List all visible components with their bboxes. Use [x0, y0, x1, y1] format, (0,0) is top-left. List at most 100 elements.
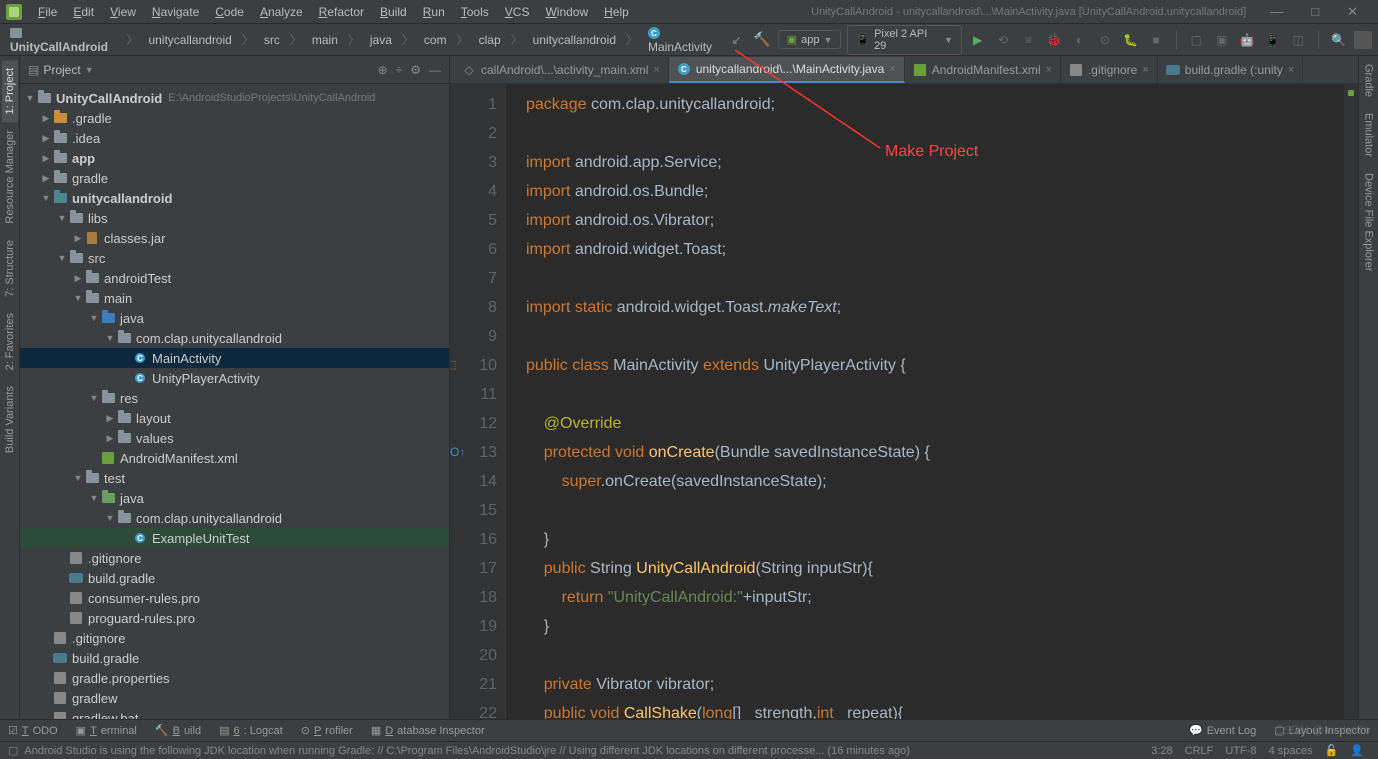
editor-tab[interactable]: .gitignore×	[1061, 57, 1158, 83]
bottom-tab[interactable]: ▣Terminal	[76, 724, 137, 737]
resource-manager-icon[interactable]: ◫	[1288, 30, 1307, 50]
coverage-icon[interactable]: ◐	[1070, 30, 1089, 50]
tree-node[interactable]: ▼unitycallandroid	[20, 188, 449, 208]
menu-navigate[interactable]: Navigate	[144, 5, 207, 19]
tree-node[interactable]: gradlew.bat	[20, 708, 449, 719]
menu-window[interactable]: Window	[537, 5, 596, 19]
editor-tab[interactable]: AndroidManifest.xml×	[905, 57, 1061, 83]
select-opened-file-icon[interactable]: ⊕	[378, 63, 388, 77]
editor-tab[interactable]: Cunitycallandroid\...\MainActivity.java×	[669, 57, 905, 83]
menu-tools[interactable]: Tools	[453, 5, 497, 19]
minimize-button[interactable]: —	[1256, 4, 1297, 19]
breadcrumb-item[interactable]: unitycallandroid	[529, 33, 620, 47]
android-icon[interactable]: 🤖	[1238, 30, 1257, 50]
breadcrumb-item[interactable]: src	[260, 33, 284, 47]
left-tab[interactable]: 2: Favorites	[2, 305, 18, 378]
bottom-tab[interactable]: ▦Database Inspector	[371, 724, 485, 737]
menu-build[interactable]: Build	[372, 5, 415, 19]
tree-root[interactable]: ▼UnityCallAndroidE:\AndroidStudioProject…	[20, 88, 449, 108]
menu-help[interactable]: Help	[596, 5, 637, 19]
project-view-selector[interactable]: ▤Project▼	[28, 63, 94, 77]
tree-node[interactable]: CMainActivity	[20, 348, 449, 368]
editor-tab[interactable]: ◇callAndroid\...\activity_main.xml×	[454, 57, 669, 83]
right-tab[interactable]: Device File Explorer	[1361, 165, 1377, 279]
tree-node[interactable]: consumer-rules.pro	[20, 588, 449, 608]
tree-node[interactable]: ▶gradle	[20, 168, 449, 188]
profile-icon[interactable]: ⊙	[1095, 30, 1114, 50]
line-separator[interactable]: CRLF	[1179, 745, 1220, 757]
device-selector[interactable]: 📱Pixel 2 API 29▼	[847, 25, 962, 55]
indent-settings[interactable]: 4 spaces	[1263, 745, 1319, 757]
tree-node[interactable]: gradlew	[20, 688, 449, 708]
tree-node[interactable]: ▼com.clap.unitycallandroid	[20, 508, 449, 528]
menu-view[interactable]: View	[102, 5, 144, 19]
device-icon[interactable]: 📱	[1263, 30, 1282, 50]
menu-edit[interactable]: Edit	[65, 5, 102, 19]
close-tab-icon[interactable]: ×	[1288, 64, 1294, 76]
tree-node[interactable]: .gitignore	[20, 548, 449, 568]
tree-node[interactable]: build.gradle	[20, 648, 449, 668]
left-tab[interactable]: Build Variants	[2, 378, 18, 461]
stop-button[interactable]: ■	[1146, 30, 1165, 50]
bottom-tab[interactable]: ⊙Profiler	[301, 724, 353, 737]
tree-node[interactable]: .gitignore	[20, 628, 449, 648]
apply-changes-icon[interactable]: ⟲	[993, 30, 1012, 50]
close-tab-icon[interactable]: ×	[889, 63, 895, 75]
tree-node[interactable]: ▶app	[20, 148, 449, 168]
tree-node[interactable]: ▼java	[20, 488, 449, 508]
breadcrumb-item[interactable]: main	[308, 33, 342, 47]
tree-node[interactable]: ▼test	[20, 468, 449, 488]
menu-analyze[interactable]: Analyze	[252, 5, 311, 19]
avd-manager-icon[interactable]: ▢	[1187, 30, 1206, 50]
right-tab[interactable]: Emulator	[1361, 105, 1377, 165]
editor-tab[interactable]: build.gradle (:unity×	[1158, 57, 1304, 83]
close-button[interactable]: ✕	[1333, 4, 1372, 20]
left-tab[interactable]: 1: Project	[2, 60, 18, 122]
settings-icon[interactable]: ⚙	[410, 63, 421, 77]
tree-node[interactable]: ▶.idea	[20, 128, 449, 148]
read-only-icon[interactable]: 🔓	[1319, 744, 1345, 757]
breadcrumb-item[interactable]: UnityCallAndroid	[6, 26, 120, 54]
tree-node[interactable]: ▼java	[20, 308, 449, 328]
tree-node[interactable]: ▶values	[20, 428, 449, 448]
breadcrumb-item[interactable]: clap	[475, 33, 505, 47]
apply-code-icon[interactable]: ≡	[1019, 30, 1038, 50]
breadcrumb-item[interactable]: java	[366, 33, 396, 47]
run-config-selector[interactable]: ▣app▼	[778, 30, 842, 49]
breadcrumb-item[interactable]: unitycallandroid	[144, 33, 235, 47]
tree-node[interactable]: ▶classes.jar	[20, 228, 449, 248]
tree-node[interactable]: ▼main	[20, 288, 449, 308]
tree-node[interactable]: CExampleUnitTest	[20, 528, 449, 548]
bottom-tab[interactable]: ▤6: Logcat	[219, 724, 283, 737]
hide-icon[interactable]: —	[429, 63, 441, 77]
left-tab[interactable]: 7: Structure	[2, 232, 18, 305]
debug-button[interactable]: 🐞	[1044, 30, 1063, 50]
tree-node[interactable]: AndroidManifest.xml	[20, 448, 449, 468]
tree-node[interactable]: gradle.properties	[20, 668, 449, 688]
tree-node[interactable]: build.gradle	[20, 568, 449, 588]
search-everywhere-icon[interactable]: 🔍	[1329, 30, 1348, 50]
make-project-button[interactable]: 🔨	[752, 30, 771, 50]
bottom-tab[interactable]: 💬Event Log	[1189, 724, 1256, 737]
left-tab[interactable]: Resource Manager	[2, 122, 18, 232]
sync-icon[interactable]: ↙	[727, 30, 746, 50]
project-tree[interactable]: ▼UnityCallAndroidE:\AndroidStudioProject…	[20, 84, 449, 719]
avatar-icon[interactable]	[1354, 31, 1372, 49]
file-encoding[interactable]: UTF-8	[1219, 745, 1262, 757]
tree-node[interactable]: ▼com.clap.unitycallandroid	[20, 328, 449, 348]
attach-debugger-icon[interactable]: 🐛	[1121, 30, 1140, 50]
sdk-manager-icon[interactable]: ▣	[1212, 30, 1231, 50]
right-tab[interactable]: Gradle	[1361, 56, 1377, 105]
close-tab-icon[interactable]: ×	[653, 64, 659, 76]
tree-node[interactable]: ▼libs	[20, 208, 449, 228]
breadcrumb-item[interactable]: CMainActivity	[644, 26, 727, 54]
error-stripe[interactable]	[1344, 84, 1358, 719]
tree-node[interactable]: CUnityPlayerActivity	[20, 368, 449, 388]
inspection-icon[interactable]: 👤	[1344, 744, 1370, 757]
menu-run[interactable]: Run	[415, 5, 453, 19]
close-tab-icon[interactable]: ×	[1046, 64, 1052, 76]
tree-node[interactable]: ▶androidTest	[20, 268, 449, 288]
tree-node[interactable]: proguard-rules.pro	[20, 608, 449, 628]
menu-code[interactable]: Code	[207, 5, 252, 19]
caret-position[interactable]: 3:28	[1145, 745, 1178, 757]
